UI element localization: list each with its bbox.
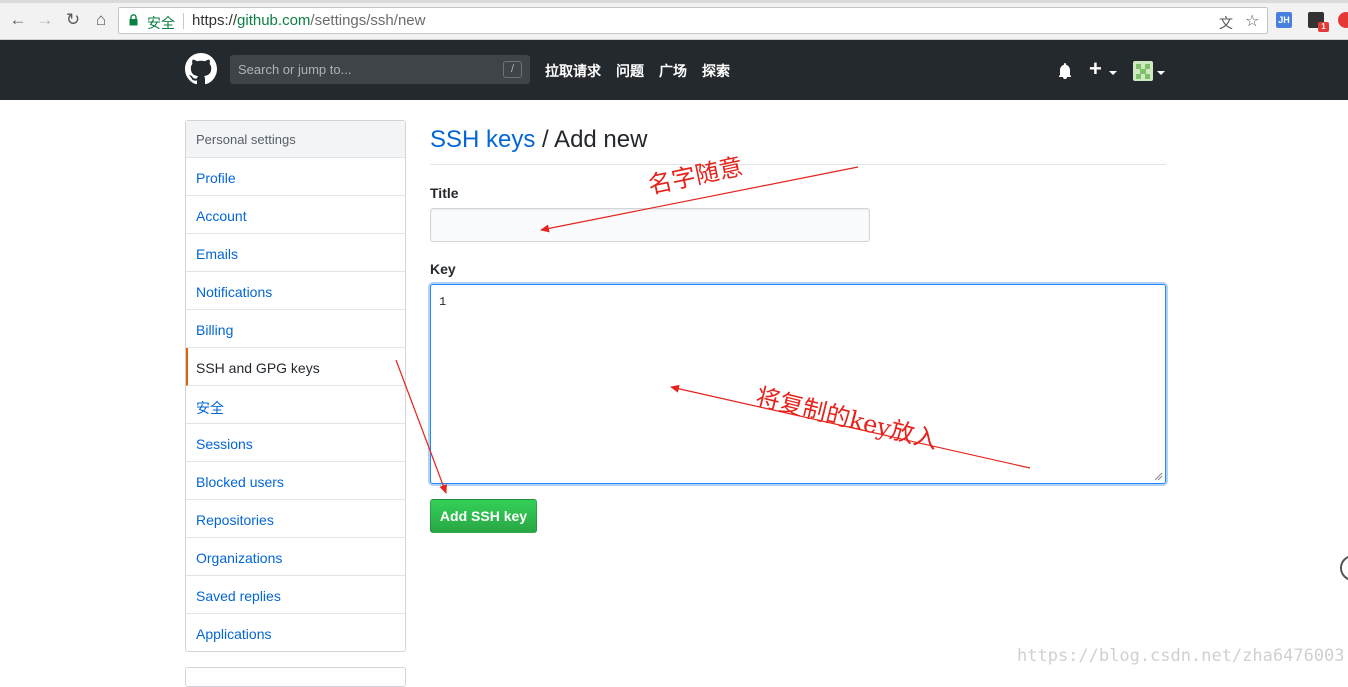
add-ssh-key-button[interactable]: Add SSH key [430, 499, 537, 533]
tab-strip [0, 0, 1348, 3]
secure-label: 安全 [147, 16, 175, 32]
search-shortcut-key: / [503, 61, 522, 78]
sidebar-item-organizations[interactable]: Organizations [186, 538, 405, 576]
github-logo-icon[interactable] [185, 53, 217, 85]
search-placeholder: Search or jump to... [238, 62, 352, 77]
url-text: https://github.com/settings/ssh/new [192, 12, 425, 29]
sidebar-item-profile[interactable]: Profile [186, 158, 405, 196]
url-scheme: https:// [192, 12, 238, 29]
nav-marketplace[interactable]: 广场 [659, 61, 687, 81]
forward-icon[interactable]: → [35, 10, 55, 30]
extension-badge: 1 [1318, 22, 1329, 32]
lock-icon [129, 14, 138, 26]
title-field-label: Title [430, 185, 459, 201]
extension-jh-label: JH [1278, 15, 1290, 25]
avatar-chevron-down-icon[interactable] [1157, 71, 1165, 75]
resize-handle-icon[interactable] [1154, 472, 1163, 481]
url-path: /settings/ssh/new [310, 12, 426, 29]
nav-pull-requests[interactable]: 拉取请求 [545, 61, 601, 81]
avatar[interactable] [1133, 61, 1153, 81]
sidebar-item-ssh-gpg-keys[interactable]: SSH and GPG keys [186, 348, 405, 386]
translate-icon[interactable]: 文 [1219, 13, 1233, 33]
bell-icon[interactable] [1057, 63, 1073, 79]
sidebar-item-sessions[interactable]: Sessions [186, 424, 405, 462]
chevron-down-icon[interactable] [1109, 71, 1117, 75]
annotation-title-note: 名字随意 [645, 152, 746, 200]
nav-issues[interactable]: 问题 [616, 61, 644, 81]
url-host: github.com [237, 12, 311, 29]
browser-toolbar: ← → ↻ ⌂ 安全 https://github.com/settings/s… [0, 0, 1348, 40]
extension-jh-icon[interactable]: JH [1276, 12, 1292, 28]
address-bar[interactable]: 安全 https://github.com/settings/ssh/new 文… [118, 7, 1268, 34]
sidebar-item-account[interactable]: Account [186, 196, 405, 234]
sidebar-item-blocked-users[interactable]: Blocked users [186, 462, 405, 500]
github-header: Search or jump to... / 拉取请求 问题 广场 探索 + [0, 40, 1348, 100]
sidebar-item-notifications[interactable]: Notifications [186, 272, 405, 310]
developer-settings-box [185, 667, 406, 687]
sidebar-item-saved-replies[interactable]: Saved replies [186, 576, 405, 614]
star-icon[interactable]: ☆ [1245, 11, 1259, 31]
watermark: https://blog.csdn.net/zha6476003 [1017, 646, 1345, 666]
floating-widget[interactable] [1340, 555, 1348, 581]
search-input[interactable]: Search or jump to... / [230, 55, 530, 84]
sidebar-item-emails[interactable]: Emails [186, 234, 405, 272]
settings-sidebar: Personal settings Profile Account Emails… [185, 120, 406, 652]
reload-icon[interactable]: ↻ [63, 10, 83, 30]
key-field-label: Key [430, 261, 456, 277]
top-nav: 拉取请求 问题 广场 探索 [545, 61, 730, 81]
sidebar-heading: Personal settings [186, 121, 405, 158]
title-field[interactable] [430, 208, 870, 242]
sidebar-item-applications[interactable]: Applications [186, 614, 405, 652]
back-icon[interactable]: ← [8, 10, 28, 30]
address-separator [183, 13, 184, 29]
breadcrumb-ssh-keys[interactable]: SSH keys [430, 126, 535, 153]
extension-red-icon[interactable] [1338, 12, 1348, 28]
sidebar-item-billing[interactable]: Billing [186, 310, 405, 348]
title-divider [430, 164, 1166, 165]
extension-badge-count: 1 [1321, 22, 1326, 31]
breadcrumb-current: / Add new [535, 126, 648, 153]
create-new-icon[interactable]: + [1089, 56, 1102, 82]
sidebar-item-security[interactable]: 安全 [186, 386, 405, 424]
sidebar-item-repositories[interactable]: Repositories [186, 500, 405, 538]
page-title: SSH keys / Add new [430, 126, 647, 154]
home-icon[interactable]: ⌂ [91, 10, 111, 30]
key-field[interactable] [430, 284, 1166, 484]
nav-explore[interactable]: 探索 [702, 61, 730, 81]
